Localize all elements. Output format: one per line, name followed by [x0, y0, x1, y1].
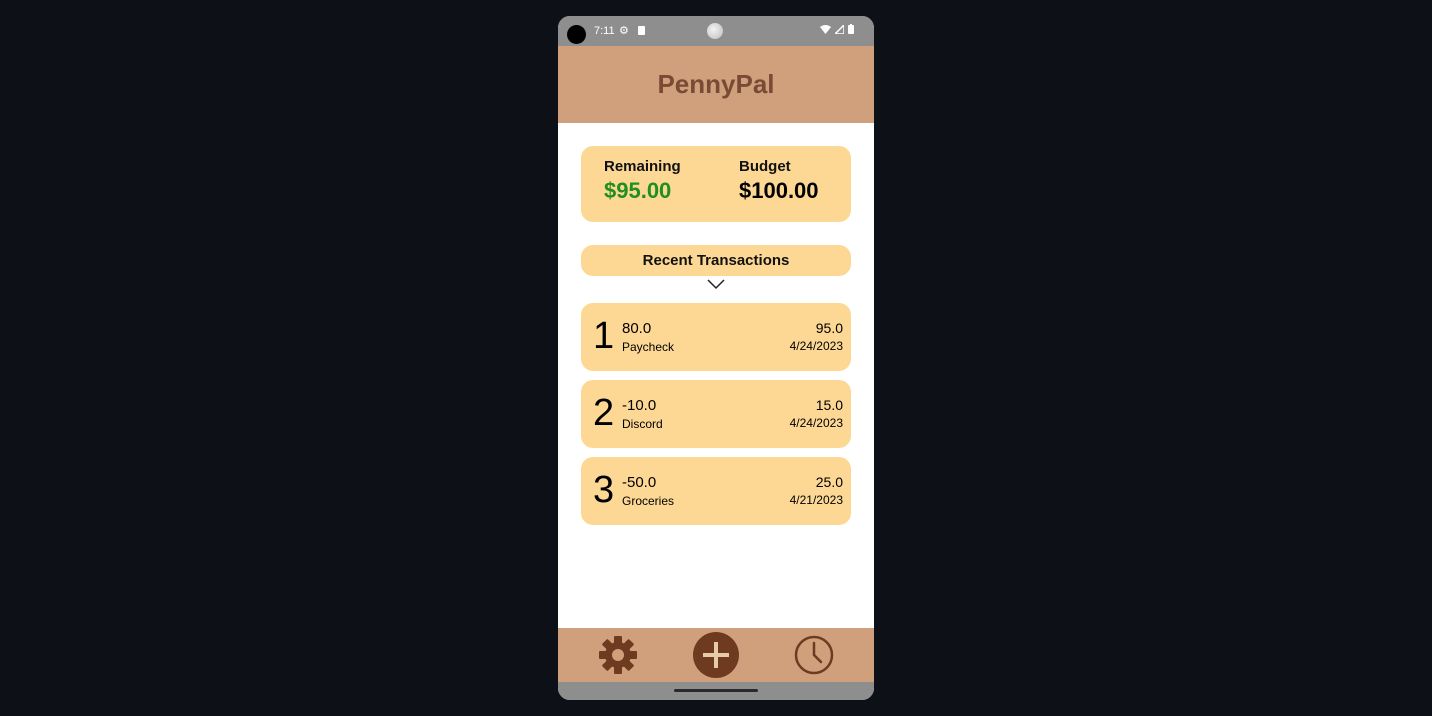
- transaction-amount: -50.0: [622, 474, 657, 491]
- transaction-balance: 95.0: [815, 320, 843, 336]
- notification-dot-icon: [707, 23, 723, 39]
- gesture-bar: [558, 682, 874, 700]
- gear-icon[interactable]: [598, 635, 638, 675]
- remaining-section: Remaining $95.00: [604, 158, 681, 204]
- system-icons: [819, 23, 854, 37]
- transaction-date: 4/24/2023: [789, 339, 843, 353]
- bottom-nav: [558, 628, 874, 682]
- remaining-value: $95.00: [604, 178, 672, 203]
- status-bar: 7:11 ⚙: [558, 16, 874, 46]
- sd-card-icon: [638, 26, 645, 35]
- transaction-date: 4/24/2023: [789, 416, 843, 430]
- transaction-card[interactable]: 3 -50.0 Groceries 25.0 4/21/2023: [581, 457, 851, 525]
- app-header: PennyPal: [558, 46, 874, 123]
- transaction-name: Groceries: [622, 494, 675, 508]
- budget-section: Budget $100.00: [739, 158, 819, 204]
- transaction-index: 1: [593, 315, 615, 357]
- budget-label: Budget: [739, 158, 791, 175]
- remaining-label: Remaining: [604, 158, 681, 175]
- transaction-index: 2: [593, 392, 615, 434]
- wifi-icon: [819, 25, 831, 34]
- transaction-name: Discord: [622, 417, 663, 431]
- status-time: 7:11: [594, 25, 615, 37]
- chevron-down-icon[interactable]: [706, 278, 726, 290]
- camera-cutout-icon: [567, 25, 586, 44]
- phone-screen: 7:11 ⚙ PennyPal Remaining $95.00 Budget …: [558, 16, 874, 700]
- transaction-card[interactable]: 2 -10.0 Discord 15.0 4/24/2023: [581, 380, 851, 448]
- transaction-balance: 25.0: [815, 474, 843, 490]
- battery-icon: [848, 24, 854, 34]
- recent-transactions-header[interactable]: Recent Transactions: [581, 245, 851, 276]
- settings-status-icon: ⚙: [619, 25, 629, 37]
- transaction-balance: 15.0: [815, 397, 843, 413]
- transaction-card[interactable]: 1 80.0 Paycheck 95.0 4/24/2023: [581, 303, 851, 371]
- budget-value: $100.00: [739, 178, 819, 203]
- transaction-date: 4/21/2023: [789, 493, 843, 507]
- transaction-index: 3: [593, 469, 615, 511]
- transaction-name: Paycheck: [622, 340, 675, 354]
- clock-icon[interactable]: [794, 635, 834, 675]
- cellular-icon: [833, 23, 845, 35]
- transaction-amount: -10.0: [622, 397, 657, 414]
- add-icon[interactable]: [693, 632, 739, 678]
- recent-transactions-label: Recent Transactions: [642, 252, 790, 269]
- transaction-amount: 80.0: [622, 320, 652, 337]
- home-handle[interactable]: [674, 689, 758, 692]
- budget-summary-card: Remaining $95.00 Budget $100.00: [581, 146, 851, 222]
- app-title: PennyPal: [657, 69, 775, 99]
